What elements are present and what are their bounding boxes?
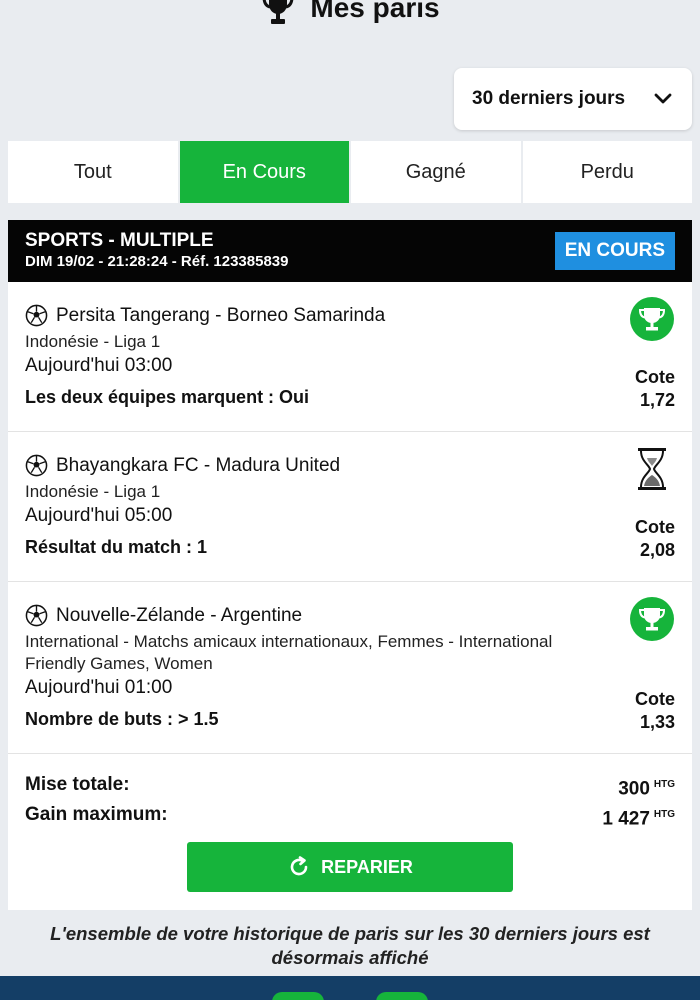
stake-value: 300 HTG	[618, 778, 675, 800]
page-header: Mes paris	[0, 0, 700, 32]
status-badge: EN COURS	[554, 232, 675, 270]
trophy-won-icon	[630, 597, 674, 641]
gain-value: 1 427 HTG	[602, 808, 675, 830]
odds-value: 2,08	[639, 540, 675, 560]
match-time: Aujourd'hui 03:00	[25, 355, 173, 376]
odds-label: Cote	[635, 517, 675, 537]
match-time: Aujourd'hui 01:00	[25, 677, 173, 698]
history-info-text: L'ensemble de votre historique de paris …	[50, 923, 650, 968]
ticket-meta: DIM 19/02 - 21:28:24 - Réf. 123385839	[25, 253, 289, 270]
tab-perdu[interactable]: Perdu	[522, 141, 692, 203]
match-name: Nouvelle-Zélande - Argentine	[56, 604, 303, 626]
ticket-header: SPORTS - MULTIPLE DIM 19/02 - 21:28:24 -…	[8, 220, 692, 282]
page-title: Mes paris	[310, 0, 440, 23]
odds: Cote 2,08	[635, 516, 675, 562]
match-name: Bhayangkara FC - Madura United	[56, 454, 341, 476]
odds-label: Cote	[635, 689, 675, 709]
tab-gagne[interactable]: Gagné	[351, 141, 521, 203]
repair-button-label: REPARIER	[321, 856, 413, 877]
chevron-down-icon	[654, 93, 672, 104]
match-time: Aujourd'hui 05:00	[25, 505, 173, 526]
soccer-ball-icon	[25, 454, 48, 477]
stake-label: Mise totale:	[25, 774, 130, 795]
odds-label: Cote	[635, 367, 675, 387]
odds: Cote 1,72	[635, 366, 675, 412]
competition: Indonésie - Liga 1	[25, 332, 161, 351]
trophy-won-icon	[630, 297, 674, 341]
trophy-icon	[263, 0, 294, 24]
refresh-icon	[290, 856, 308, 876]
ticket-type: SPORTS - MULTIPLE	[25, 230, 214, 251]
bet-item: Bhayangkara FC - Madura United Indonésie…	[8, 432, 692, 582]
nav-button[interactable]	[272, 992, 324, 1000]
bet-item: Persita Tangerang - Borneo Samarinda Ind…	[8, 282, 692, 432]
gain-label: Gain maximum:	[25, 804, 168, 826]
bottom-nav-bar	[0, 976, 700, 1000]
filter-tabs: Tout En Cours Gagné Perdu	[8, 141, 692, 203]
nav-button[interactable]	[376, 992, 428, 1000]
odds-value: 1,33	[639, 712, 675, 732]
soccer-ball-icon	[25, 304, 48, 327]
competition: International - Matchs amicaux internati…	[25, 632, 553, 673]
hourglass-icon	[638, 448, 666, 490]
bet-ticket-card: SPORTS - MULTIPLE DIM 19/02 - 21:28:24 -…	[8, 220, 692, 910]
ticket-totals: Mise totale: 300 HTG Gain maximum: 1 427 H…	[8, 754, 692, 833]
selection: Les deux équipes marquent : Oui	[25, 387, 310, 407]
competition: Indonésie - Liga 1	[25, 482, 161, 501]
odds-value: 1,72	[639, 390, 675, 410]
period-select[interactable]: 30 derniers jours	[454, 68, 692, 130]
soccer-ball-icon	[25, 604, 48, 627]
selection: Nombre de buts : > 1.5	[25, 709, 219, 729]
selection: Résultat du match : 1	[25, 537, 208, 557]
tab-en-cours[interactable]: En Cours	[179, 141, 349, 203]
tab-tout[interactable]: Tout	[8, 141, 178, 203]
match-name: Persita Tangerang - Borneo Samarinda	[56, 304, 386, 326]
period-select-value: 30 derniers jours	[472, 88, 626, 109]
odds: Cote 1,33	[635, 688, 675, 734]
bet-item: Nouvelle-Zélande - Argentine Internation…	[8, 582, 692, 754]
repair-button[interactable]: REPARIER	[187, 842, 513, 892]
